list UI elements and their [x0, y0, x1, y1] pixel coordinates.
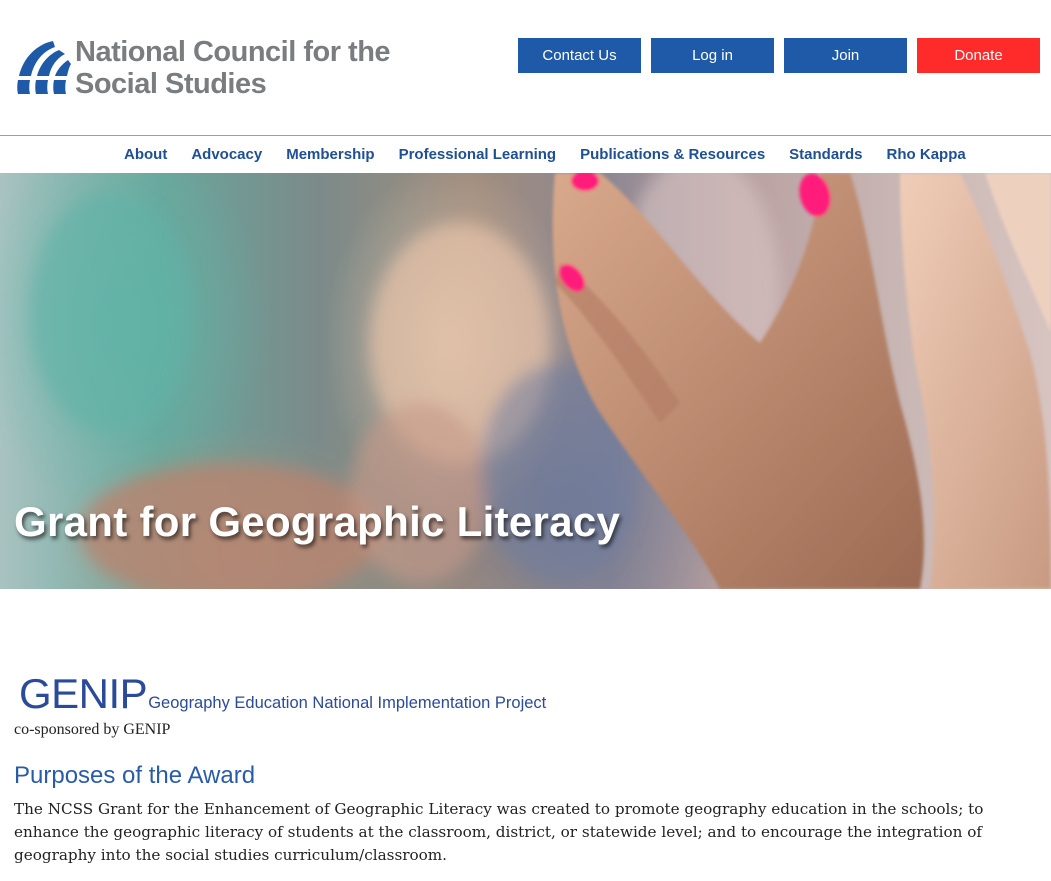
nav-item-standards[interactable]: Standards	[789, 146, 862, 163]
nav-item-membership[interactable]: Membership	[286, 146, 374, 163]
log-in-button[interactable]: Log in	[651, 38, 774, 73]
header-actions: Contact Us Log in Join Donate	[518, 38, 1040, 73]
contact-us-button[interactable]: Contact Us	[518, 38, 641, 73]
logo-line-1: National Council for the	[75, 36, 391, 68]
nav-item-rho-kappa[interactable]: Rho Kappa	[887, 146, 966, 163]
join-button[interactable]: Join	[784, 38, 907, 73]
globe-icon	[17, 41, 71, 94]
genip-logo: GENIP Geography Education National Imple…	[19, 670, 546, 718]
logo-text: National Council for the Social Studies	[75, 36, 391, 100]
purpose-paragraph: The NCSS Grant for the Enhancement of Ge…	[14, 800, 984, 864]
nav-items: About Advocacy Membership Professional L…	[124, 136, 966, 173]
main-nav: About Advocacy Membership Professional L…	[0, 135, 1051, 173]
genip-acronym: GENIP	[19, 670, 148, 717]
nav-item-about[interactable]: About	[124, 146, 167, 163]
ncss-logo[interactable]: National Council for the Social Studies	[13, 36, 413, 102]
cosponsor-text: co-sponsored by GENIP	[14, 721, 171, 738]
nav-item-professional-learning[interactable]: Professional Learning	[399, 146, 557, 163]
section-heading: Purposes of the Award	[14, 762, 256, 789]
nav-item-advocacy[interactable]: Advocacy	[191, 146, 262, 163]
nav-item-publications-resources[interactable]: Publications & Resources	[580, 146, 765, 163]
page-title: Grant for Geographic Literacy	[14, 498, 621, 545]
logo-line-2: Social Studies	[75, 68, 267, 100]
genip-full-name: Geography Education National Implementat…	[148, 694, 547, 712]
site-header: National Council for the Social Studies …	[0, 0, 1051, 135]
hero-banner: Grant for Geographic Literacy	[0, 173, 1051, 589]
donate-button[interactable]: Donate	[917, 38, 1040, 73]
